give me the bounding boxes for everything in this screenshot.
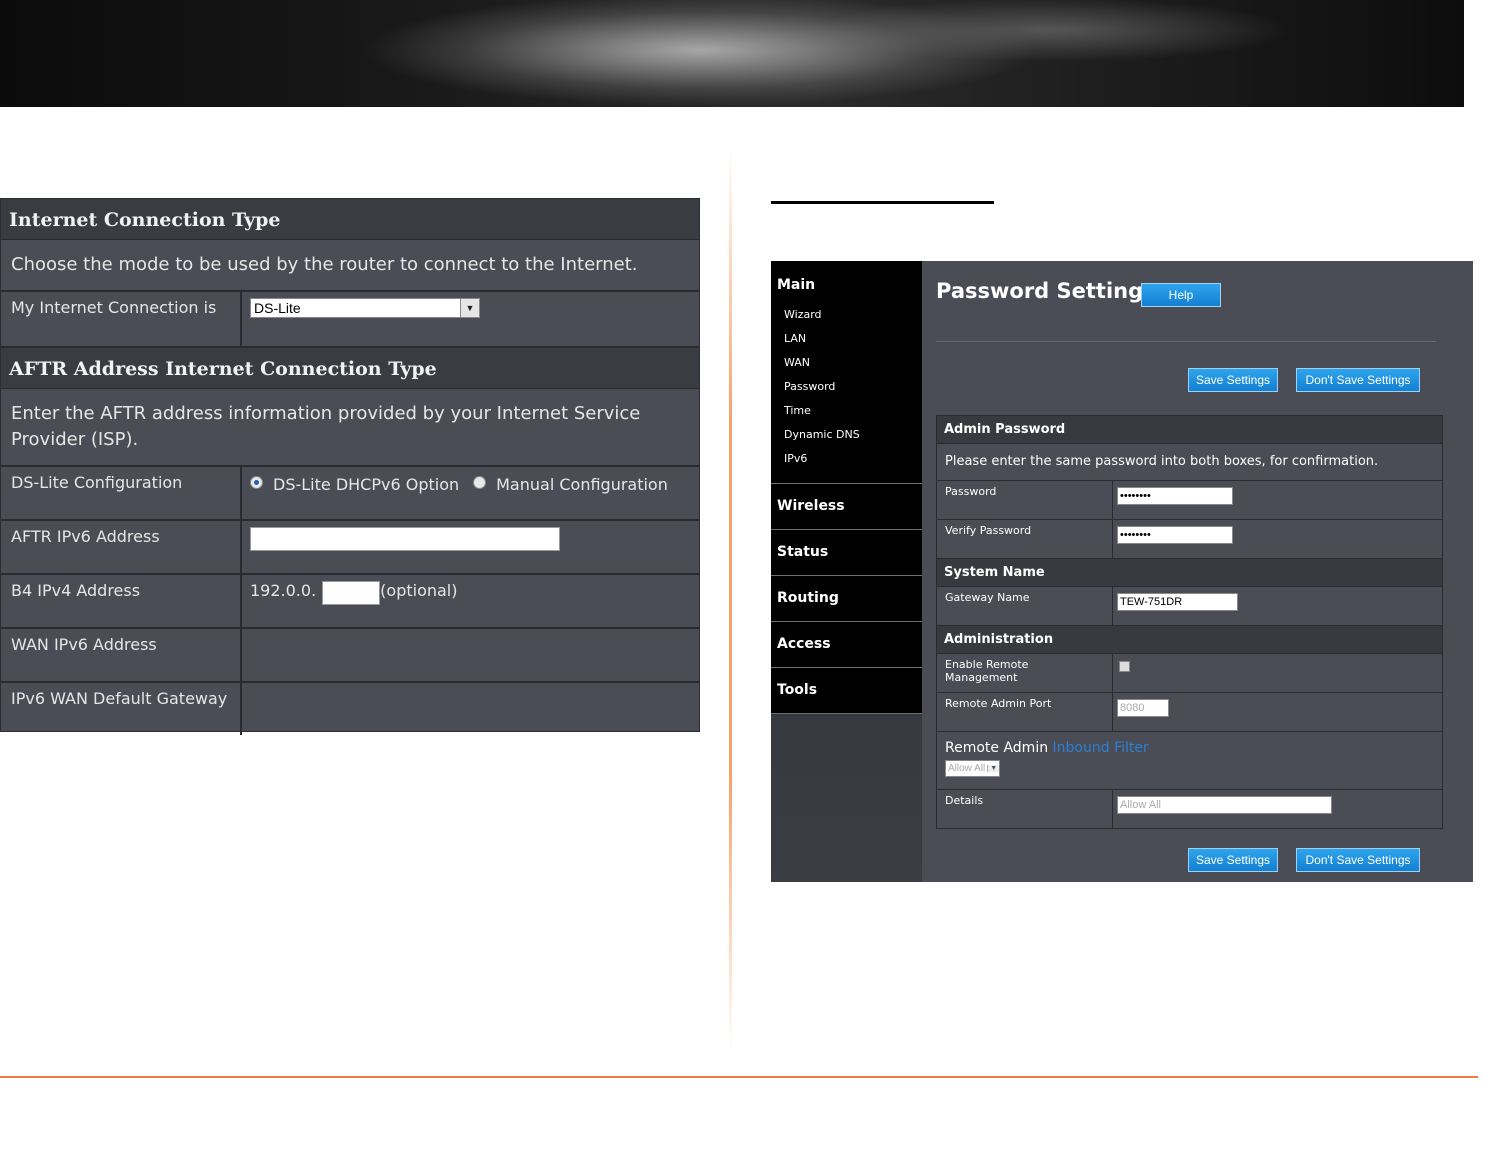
save-settings-button-bottom[interactable]: Save Settings [1188, 848, 1278, 872]
aftr-ipv6-input[interactable] [250, 527, 560, 551]
sidebar-item-lan[interactable]: LAN [771, 327, 922, 351]
enable-remote-checkbox[interactable] [1119, 661, 1130, 672]
manual-config-radio[interactable] [473, 476, 487, 489]
details-input[interactable]: Allow All [1117, 796, 1332, 814]
verify-password-input[interactable]: •••••••• [1117, 526, 1233, 544]
connection-type-select[interactable]: DS-Lite ▼ [250, 298, 480, 318]
wan-ipv6-value [242, 629, 699, 681]
dont-save-settings-button-bottom[interactable]: Don't Save Settings [1296, 848, 1420, 872]
dslite-config-label: DS-Lite Configuration [1, 467, 242, 519]
sidebar-main[interactable]: Main [771, 261, 922, 303]
b4-ipv4-input[interactable] [322, 581, 381, 605]
enable-remote-label: Enable Remote Management [937, 654, 1113, 692]
heading-underline [771, 201, 994, 204]
internet-connection-panel: Internet Connection Type Choose the mode… [0, 198, 700, 735]
remote-port-label: Remote Admin Port [937, 693, 1113, 731]
admin-password-header: Admin Password [937, 416, 1442, 444]
connection-label: My Internet Connection is [1, 292, 242, 346]
sidebar: Main Wizard LAN WAN Password Time Dynami… [771, 261, 930, 882]
remote-admin-label: Remote Admin [945, 740, 1049, 756]
remote-admin-filter-select[interactable]: Allow All ▼ [945, 760, 1001, 777]
ipv6-gateway-label: IPv6 WAN Default Gateway [1, 683, 242, 735]
section-title: AFTR Address Internet Connection Type [1, 348, 699, 389]
save-settings-button-top[interactable]: Save Settings [1188, 368, 1278, 392]
b4-optional-text: (optional) [380, 581, 458, 600]
chevron-down-icon[interactable]: ▼ [987, 765, 1000, 772]
sidebar-item-wan[interactable]: WAN [771, 351, 922, 375]
sidebar-item-ipv6[interactable]: IPv6 [771, 447, 922, 471]
sidebar-item-time[interactable]: Time [771, 399, 922, 423]
details-label: Details [937, 790, 1113, 828]
password-label: Password [937, 481, 1113, 519]
sidebar-item-password[interactable]: Password [771, 375, 922, 399]
wan-ipv6-label: WAN IPv6 Address [1, 629, 242, 681]
header-banner [0, 0, 1464, 107]
page-title: Password Settings [936, 279, 1156, 303]
dhcpv6-option-label: DS-Lite DHCPv6 Option [273, 475, 460, 494]
sidebar-item-routing[interactable]: Routing [771, 575, 922, 621]
chevron-down-icon[interactable]: ▼ [460, 299, 479, 317]
aftr-label: AFTR IPv6 Address [1, 521, 242, 573]
verify-password-label: Verify Password [937, 520, 1113, 558]
settings-table: Admin Password Please enter the same pas… [936, 415, 1443, 829]
connection-type-value: DS-Lite [254, 300, 301, 316]
section-description: Choose the mode to be used by the router… [1, 240, 699, 292]
sidebar-item-wizard[interactable]: Wizard [771, 303, 922, 327]
inbound-filter-link[interactable]: Inbound Filter [1053, 740, 1149, 756]
ipv6-gateway-value [242, 683, 699, 735]
dhcpv6-option-radio[interactable] [250, 476, 263, 489]
sidebar-item-status[interactable]: Status [771, 529, 922, 575]
manual-config-label: Manual Configuration [496, 475, 668, 494]
sidebar-item-access[interactable]: Access [771, 621, 922, 667]
admin-password-description: Please enter the same password into both… [937, 444, 1442, 481]
dont-save-settings-button-top[interactable]: Don't Save Settings [1296, 368, 1420, 392]
vertical-divider [729, 150, 732, 1050]
title-divider [936, 341, 1436, 342]
sidebar-item-tools[interactable]: Tools [771, 667, 922, 714]
system-name-header: System Name [937, 559, 1442, 587]
b4-prefix: 192.0.0. [250, 581, 317, 600]
gateway-name-label: Gateway Name [937, 587, 1113, 625]
b4-label: B4 IPv4 Address [1, 575, 242, 627]
administration-header: Administration [937, 626, 1442, 654]
section-title: Internet Connection Type [1, 199, 699, 240]
remote-port-input[interactable]: 8080 [1117, 699, 1169, 717]
gateway-name-input[interactable]: TEW-751DR [1117, 593, 1238, 611]
remote-admin-filter-value: Allow All [948, 763, 986, 774]
footer-line [0, 1076, 1478, 1078]
main-content: Password Settings Help Save Settings Don… [922, 261, 1473, 882]
help-button[interactable]: Help [1141, 283, 1221, 307]
section-description: Enter the AFTR address information provi… [1, 389, 699, 467]
password-input[interactable]: •••••••• [1117, 487, 1233, 505]
sidebar-item-dynamic-dns[interactable]: Dynamic DNS [771, 423, 922, 447]
password-settings-screenshot: Main Wizard LAN WAN Password Time Dynami… [771, 261, 1473, 882]
sidebar-item-wireless[interactable]: Wireless [771, 483, 922, 529]
